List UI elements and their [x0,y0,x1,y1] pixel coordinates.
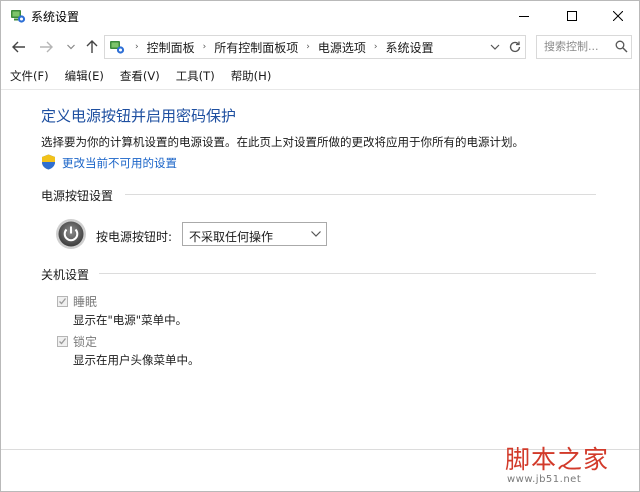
sleep-checkbox[interactable] [57,296,68,307]
back-button[interactable] [11,39,27,55]
refresh-icon[interactable] [507,39,523,55]
sleep-description: 显示在"电源"菜单中。 [73,313,188,327]
watermark-url: www.jb51.net [507,474,582,485]
up-button[interactable] [84,39,100,55]
breadcrumb-separator: › [202,42,207,52]
page-title: 定义电源按钮并启用密码保护 [41,107,237,125]
control-panel-icon [110,41,125,54]
address-dropdown-icon[interactable] [488,39,502,55]
menu-file[interactable]: 文件(F) [1,64,55,86]
power-button-action-value: 不采取任何操作 [189,230,274,244]
system-settings-window: 系统设置 › 控制面板 › 所有控制面板项 › 电源选项 › 系统设置 搜索控制… [0,0,640,492]
chevron-down-icon [67,44,75,50]
maximize-icon [567,11,577,21]
search-input[interactable] [537,36,616,56]
menu-help[interactable]: 帮助(H) [221,64,278,86]
window-title: 系统设置 [31,10,80,24]
breadcrumb-separator: › [306,42,310,52]
breadcrumb-control-panel[interactable]: 控制面板 [147,39,195,56]
shutdown-section-heading: 关机设置 [41,268,90,282]
close-button[interactable] [595,1,639,31]
change-unavailable-settings-link[interactable]: 更改当前不可用的设置 [62,155,177,171]
breadcrumb: › 控制面板 › 所有控制面板项 › 电源选项 › 系统设置 [129,36,434,58]
uac-shield-icon [42,154,55,170]
chevron-down-icon [311,231,321,237]
power-button-label: 按电源按钮时: [96,230,173,244]
power-button-section-heading: 电源按钮设置 [41,189,114,203]
power-icon [56,219,86,249]
arrow-left-icon [12,41,25,53]
breadcrumb-system-settings[interactable]: 系统设置 [385,39,433,56]
address-bar[interactable]: › 控制面板 › 所有控制面板项 › 电源选项 › 系统设置 [104,35,526,59]
recent-locations-button[interactable] [63,39,79,55]
control-panel-icon [11,10,26,23]
checkmark-icon [59,298,67,305]
breadcrumb-all-items[interactable]: 所有控制面板项 [214,39,298,56]
minimize-icon [519,16,529,17]
content-area: 定义电源按钮并启用密码保护 选择要为你的计算机设置的电源设置。在此页上对设置所做… [1,90,639,491]
menu-bar: 文件(F) 编辑(E) 查看(V) 工具(T) 帮助(H) [1,64,639,86]
minimize-button[interactable] [501,1,547,31]
lock-label: 锁定 [73,335,98,349]
maximize-button[interactable] [549,1,595,31]
section-divider [125,194,596,195]
breadcrumb-power-options[interactable]: 电源选项 [318,39,366,56]
menu-edit[interactable]: 编辑(E) [55,64,110,86]
title-bar: 系统设置 [1,1,639,31]
checkmark-icon [59,338,67,345]
menu-tools[interactable]: 工具(T) [166,64,221,86]
section-divider [99,273,596,274]
sleep-label: 睡眠 [73,295,98,309]
menu-view[interactable]: 查看(V) [110,64,166,86]
lock-description: 显示在用户头像菜单中。 [73,353,200,367]
breadcrumb-separator: › [135,42,139,52]
search-icon[interactable] [615,40,628,53]
watermark: 脚本之家 www.jb51.net [505,440,635,490]
close-icon [613,11,623,21]
navigation-bar: › 控制面板 › 所有控制面板项 › 电源选项 › 系统设置 [1,31,639,63]
watermark-logo-text: 脚本之家 [505,445,610,474]
page-description: 选择要为你的计算机设置的电源设置。在此页上对设置所做的更改将应用于你所有的电源计… [41,135,524,149]
forward-button[interactable] [38,39,54,55]
search-box[interactable] [536,35,632,59]
arrow-up-icon [86,40,98,53]
lock-checkbox[interactable] [57,336,68,347]
arrow-right-icon [40,41,53,53]
power-button-action-select[interactable]: 不采取任何操作 [182,222,327,246]
breadcrumb-separator: › [373,42,378,52]
